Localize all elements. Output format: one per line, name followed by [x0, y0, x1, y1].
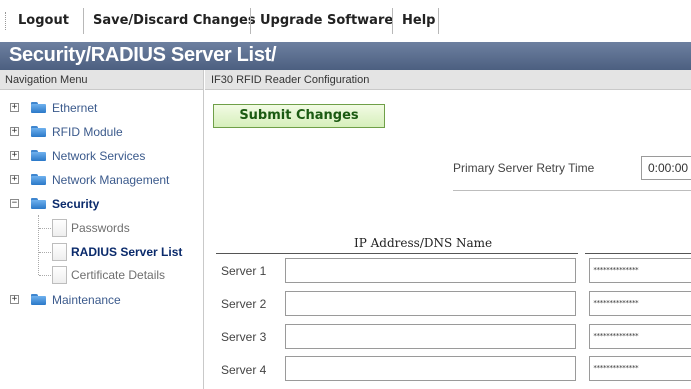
nav-item-label: Security	[52, 197, 100, 211]
configuration-header: IF30 RFID Reader Configuration	[205, 70, 691, 90]
folder-icon	[31, 174, 46, 185]
server-3-secret-input[interactable]: **************	[589, 324, 691, 349]
toolbar-separator	[83, 8, 84, 34]
page-icon	[52, 219, 67, 237]
folder-icon	[31, 150, 46, 161]
nav-item-rfid-module[interactable]: + RFID Module	[0, 122, 204, 142]
server-2-ip-input[interactable]	[285, 291, 576, 316]
divider	[453, 190, 691, 191]
server-4-label: Server 4	[221, 363, 267, 377]
nav-subitem-label: RADIUS Server List	[71, 245, 183, 259]
server-2-label: Server 2	[221, 297, 267, 311]
expand-icon[interactable]: +	[10, 127, 19, 136]
expand-icon[interactable]: +	[10, 103, 19, 112]
upgrade-software-button[interactable]: Upgrade Software	[254, 9, 399, 33]
expand-icon[interactable]: +	[10, 175, 19, 184]
nav-item-maintenance[interactable]: + Maintenance	[0, 290, 204, 310]
page-title-bar: Security/RADIUS Server List/	[0, 42, 691, 70]
server-4-secret-input[interactable]: **************	[589, 356, 691, 381]
nav-item-label: Maintenance	[52, 293, 121, 307]
expand-icon[interactable]: +	[10, 151, 19, 160]
nav-item-network-management[interactable]: + Network Management	[0, 170, 204, 190]
nav-item-label: Network Services	[52, 149, 146, 163]
help-button[interactable]: Help	[396, 9, 441, 33]
server-table-header: IP Address/DNS Name	[216, 236, 691, 254]
server-1-secret-input[interactable]: **************	[589, 258, 691, 283]
server-1-label: Server 1	[221, 264, 267, 278]
nav-subitem-radius-server-list[interactable]: RADIUS Server List	[0, 242, 204, 262]
nav-item-label: Ethernet	[52, 101, 98, 115]
folder-icon	[31, 126, 46, 137]
server-1-ip-input[interactable]	[285, 258, 576, 283]
submit-changes-button[interactable]: Submit Changes	[213, 104, 385, 128]
expand-icon[interactable]: +	[10, 295, 19, 304]
nav-subitem-label: Passwords	[71, 221, 130, 235]
navigation-menu-header: Navigation Menu	[0, 70, 204, 90]
toolbar-grip	[5, 12, 8, 30]
page-icon	[52, 266, 67, 284]
nav-item-security[interactable]: − Security	[0, 194, 204, 214]
nav-item-network-services[interactable]: + Network Services	[0, 146, 204, 166]
retry-time-label: Primary Server Retry Time	[453, 161, 595, 175]
nav-item-ethernet[interactable]: + Ethernet	[0, 98, 204, 118]
nav-item-label: RFID Module	[52, 125, 123, 139]
header-rule	[216, 253, 578, 254]
folder-icon	[31, 102, 46, 113]
toolbar-separator	[250, 8, 251, 34]
logout-button[interactable]: Logout	[12, 9, 75, 33]
ip-column-header: IP Address/DNS Name	[354, 236, 493, 250]
save-discard-button[interactable]: Save/Discard Changes	[87, 9, 262, 33]
collapse-icon[interactable]: −	[10, 199, 19, 208]
server-4-ip-input[interactable]	[285, 356, 576, 381]
nav-subitem-certificate-details[interactable]: Certificate Details	[0, 265, 204, 285]
page-title: Security/RADIUS Server List/	[9, 44, 277, 66]
page-icon	[52, 243, 67, 261]
server-2-secret-input[interactable]: **************	[589, 291, 691, 316]
toolbar-separator	[438, 8, 439, 34]
top-toolbar: Logout Save/Discard Changes Upgrade Soft…	[0, 0, 691, 42]
folder-icon	[31, 294, 46, 305]
folder-open-icon	[31, 198, 46, 209]
toolbar-separator	[392, 8, 393, 34]
retry-time-input[interactable]: 0:00:00	[641, 156, 691, 180]
server-3-label: Server 3	[221, 330, 267, 344]
header-rule	[585, 253, 691, 254]
nav-subitem-label: Certificate Details	[71, 268, 166, 282]
navigation-menu: + Ethernet + RFID Module + Network Servi…	[0, 90, 204, 389]
nav-subitem-passwords[interactable]: Passwords	[0, 218, 204, 238]
nav-item-label: Network Management	[52, 173, 170, 187]
server-3-ip-input[interactable]	[285, 324, 576, 349]
